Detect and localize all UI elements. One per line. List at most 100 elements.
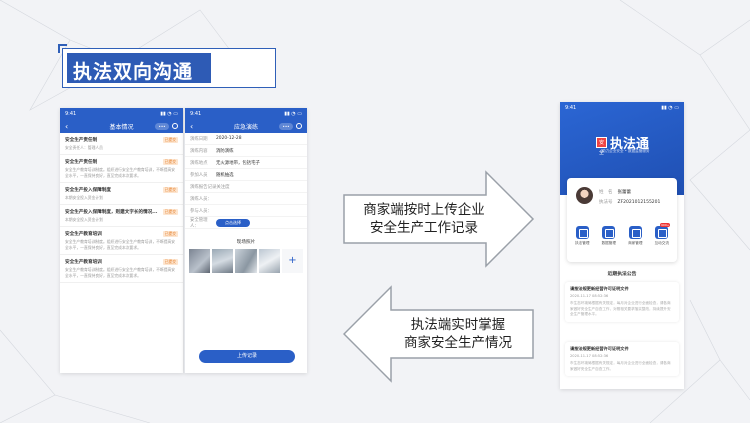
form-row[interactable]: 安全管理人： 点击选择 <box>185 217 307 229</box>
form-value[interactable]: 2020-12-28 <box>216 136 242 141</box>
form-value[interactable]: 无火源地带，包括宅子 <box>216 160 260 166</box>
record-name: 安全生产投入保障制度，则建文字长的情况... <box>65 210 158 215</box>
notice-card[interactable]: 请按法规更新经营许可证明文件 2020-11-17 08:52:36 市生态环境… <box>565 342 679 376</box>
record-name: 安全生产教育培训 <box>65 260 102 265</box>
notice-card[interactable]: 请按法规更新经营许可证明文件 2020-11-17 08:52:36 市生态环境… <box>565 282 679 322</box>
function-icon <box>628 226 642 239</box>
phone-basic-info: 9:41 ▮▮ ◔ ▭ ‹ 基本情况 ••• 安全生产责任制 已提交 安全责任人：管… <box>60 108 183 373</box>
signal-battery-icon: ▮▮ ◔ ▭ <box>284 111 302 117</box>
record-name: 安全生产责任制 <box>65 138 98 143</box>
back-icon[interactable]: ‹ <box>65 122 75 131</box>
record-desc: 安全生产教育培训制度。组织进行安全生产教育培训，不断提高安全水平，一直保持良好，… <box>65 267 176 278</box>
arrow-left: 执法端实时掌握 商家安全生产情况 <box>342 285 535 383</box>
status-badge: 已提交 <box>162 231 178 237</box>
officer-card: 姓 名张蕾蕾 执法号 ZF2021012155201 执法管理 数据管理 商家管理 99… <box>567 178 677 262</box>
form-label: 演练地点 <box>190 160 208 166</box>
form-row[interactable]: 参加人员 随机抽选 <box>185 169 307 181</box>
site-photo[interactable] <box>212 249 234 273</box>
record-desc: 安全责任人：管理人员 <box>65 145 103 150</box>
notice-section-title: 近期执法公告 <box>607 272 637 277</box>
nav-bar: ‹ 基本情况 ••• <box>60 119 183 133</box>
officer-id-row: 执法号 ZF2021012155201 <box>599 199 660 205</box>
officer-name: 张蕾蕾 <box>617 190 632 195</box>
form-row[interactable]: 演练内容 消防演练 <box>185 145 307 157</box>
record-card[interactable]: 安全生产投入保障制度 已提交 本期安全投入资金计划 <box>60 183 183 205</box>
arrow-right-text: 商家端按时上传企业 安全生产工作记录 <box>349 201 499 237</box>
close-ring-icon[interactable] <box>296 123 302 129</box>
function-grid: 执法管理 数据管理 商家管理 999+ 互动交流 <box>569 223 675 246</box>
form-value[interactable]: 随机抽选 <box>216 172 234 178</box>
status-badge: 已提交 <box>162 159 178 165</box>
add-photo-button[interactable]: + <box>281 249 304 273</box>
record-head: 安全生产教育培训 已提交 <box>65 259 178 265</box>
record-head: 安全生产责任制 已提交 <box>65 137 178 143</box>
arrow-left-line2: 商家安全生产情况 <box>404 335 512 351</box>
slide-title: 执法双向沟通 <box>73 61 194 83</box>
drill-form: 演练日期 2020-12-28 演练内容 消防演练演练地点 无火源地带，包括宅子参加人员… <box>185 133 307 229</box>
record-desc: 安全生产教育培训制度。组织进行安全生产教育培训，不断提高安全水平，一直保持良好，… <box>65 239 176 250</box>
app-subtitle: 助力企业安全 • 数据监管服务 <box>602 149 650 153</box>
unread-badge: 999+ <box>660 223 671 227</box>
slide-title-frame: 执法双向沟通 <box>62 48 276 88</box>
form-row[interactable]: 演练人员： <box>185 193 307 205</box>
function-icon <box>575 226 589 239</box>
record-desc: 安全生产教育培训制度。组织进行安全生产教育培训，不断提高安全水平，一直保持良好，… <box>65 167 176 178</box>
form-label: 参与人员： <box>190 208 212 214</box>
record-card[interactable]: 安全生产教育培训 已提交安全生产教育培训制度。组织进行安全生产教育培训，不断提高安… <box>60 255 183 283</box>
photo-grid: + <box>185 245 307 277</box>
record-card[interactable]: 安全生产责任制 已提交安全责任人：管理人员 <box>60 133 183 155</box>
function-label: 数据管理 <box>601 241 616 245</box>
record-card[interactable]: 安全生产教育培训 已提交安全生产教育培训制度。组织进行安全生产教育培训，不断提高安… <box>60 227 183 255</box>
close-ring-icon[interactable] <box>172 123 178 129</box>
signal-battery-icon: ▮▮ ◔ ▭ <box>160 111 178 117</box>
notice-title: 请按法规更新经营许可证明文件 <box>570 346 629 351</box>
status-bar: 9:41 ▮▮ ◔ ▭ <box>60 108 183 119</box>
site-photo[interactable] <box>189 249 211 273</box>
phone-enforcement-app: 9:41 ▮▮ ◔ ▭ 安全 执法通 助力企业安全 • 数据监管服务 姓 名张蕾… <box>560 102 684 389</box>
record-card[interactable]: 安全生产责任制 已提交安全生产教育培训制度。组织进行安全生产教育培训，不断提高安全… <box>60 155 183 183</box>
function-item[interactable]: 999+ 互动交流 <box>651 223 673 246</box>
notice-date: 2020-11-17 08:52:36 <box>570 354 609 358</box>
form-label: 安全管理人： <box>190 217 208 229</box>
phone-emergency-drill: 9:41 ▮▮ ◔ ▭ ‹ 应急演练 ••• 演练日期 2020-12-28 演练内… <box>184 108 307 373</box>
status-badge: 已提交 <box>162 259 178 265</box>
form-label: 演练人员： <box>190 196 212 202</box>
status-time: 9:41 <box>65 111 77 117</box>
form-value[interactable]: 消防演练 <box>216 148 234 154</box>
notice-title: 请按法规更新经营许可证明文件 <box>570 286 629 291</box>
record-name: 安全生产教育培训 <box>65 232 102 237</box>
status-bar: 9:41 ▮▮ ◔ ▭ <box>185 108 307 119</box>
function-item[interactable]: 数据管理 <box>598 226 620 246</box>
record-card[interactable]: 安全生产投入保障制度，则建文字长的情况... 已提交 本期安全投入资金计划 <box>60 205 183 227</box>
miniapp-capsule[interactable]: ••• <box>155 122 178 130</box>
officer-id-label: 执法号 <box>599 200 613 205</box>
officer-name-row: 姓 名张蕾蕾 <box>599 189 631 195</box>
function-item[interactable]: 商家管理 <box>624 226 646 246</box>
record-name: 安全生产投入保障制度 <box>65 188 111 193</box>
site-photo[interactable] <box>258 249 280 273</box>
back-icon[interactable]: ‹ <box>190 122 200 131</box>
record-head: 安全生产投入保障制度，则建文字长的情况... 已提交 <box>65 209 178 215</box>
site-photo[interactable] <box>235 249 257 273</box>
miniapp-capsule[interactable]: ••• <box>279 122 302 130</box>
form-row[interactable]: 演练报告记录关注度 <box>185 181 307 193</box>
function-item[interactable]: 执法管理 <box>571 226 593 246</box>
record-head: 安全生产责任制 已提交 <box>65 159 178 165</box>
more-icon[interactable]: ••• <box>155 122 169 130</box>
arrow-right-line2: 安全生产工作记录 <box>370 220 478 236</box>
status-time: 9:41 <box>190 111 202 117</box>
more-icon[interactable]: ••• <box>279 122 293 130</box>
choose-button[interactable]: 点击选择 <box>216 218 250 227</box>
form-label: 演练报告记录关注度 <box>190 184 230 190</box>
status-badge: 已提交 <box>162 137 178 143</box>
status-bar: 9:41 ▮▮ ◔ ▭ <box>560 102 684 113</box>
form-row[interactable]: 演练地点 无火源地带，包括宅子 <box>185 157 307 169</box>
safety-badge-icon: 安全 <box>596 137 607 156</box>
form-row[interactable]: 演练日期 2020-12-28 <box>185 133 307 145</box>
officer-id: ZF2021012155201 <box>617 200 661 205</box>
notice-body: 市生态环境局根据有关规定，每月对企业进行全面检查，请各商家做好安全生产自查工作。 <box>570 361 671 371</box>
upload-record-button[interactable]: 上传记录 <box>199 350 295 363</box>
arrow-right: 商家端按时上传企业 安全生产工作记录 <box>343 170 535 268</box>
form-row[interactable]: 参与人员： <box>185 205 307 217</box>
record-head: 安全生产投入保障制度 已提交 <box>65 187 178 193</box>
